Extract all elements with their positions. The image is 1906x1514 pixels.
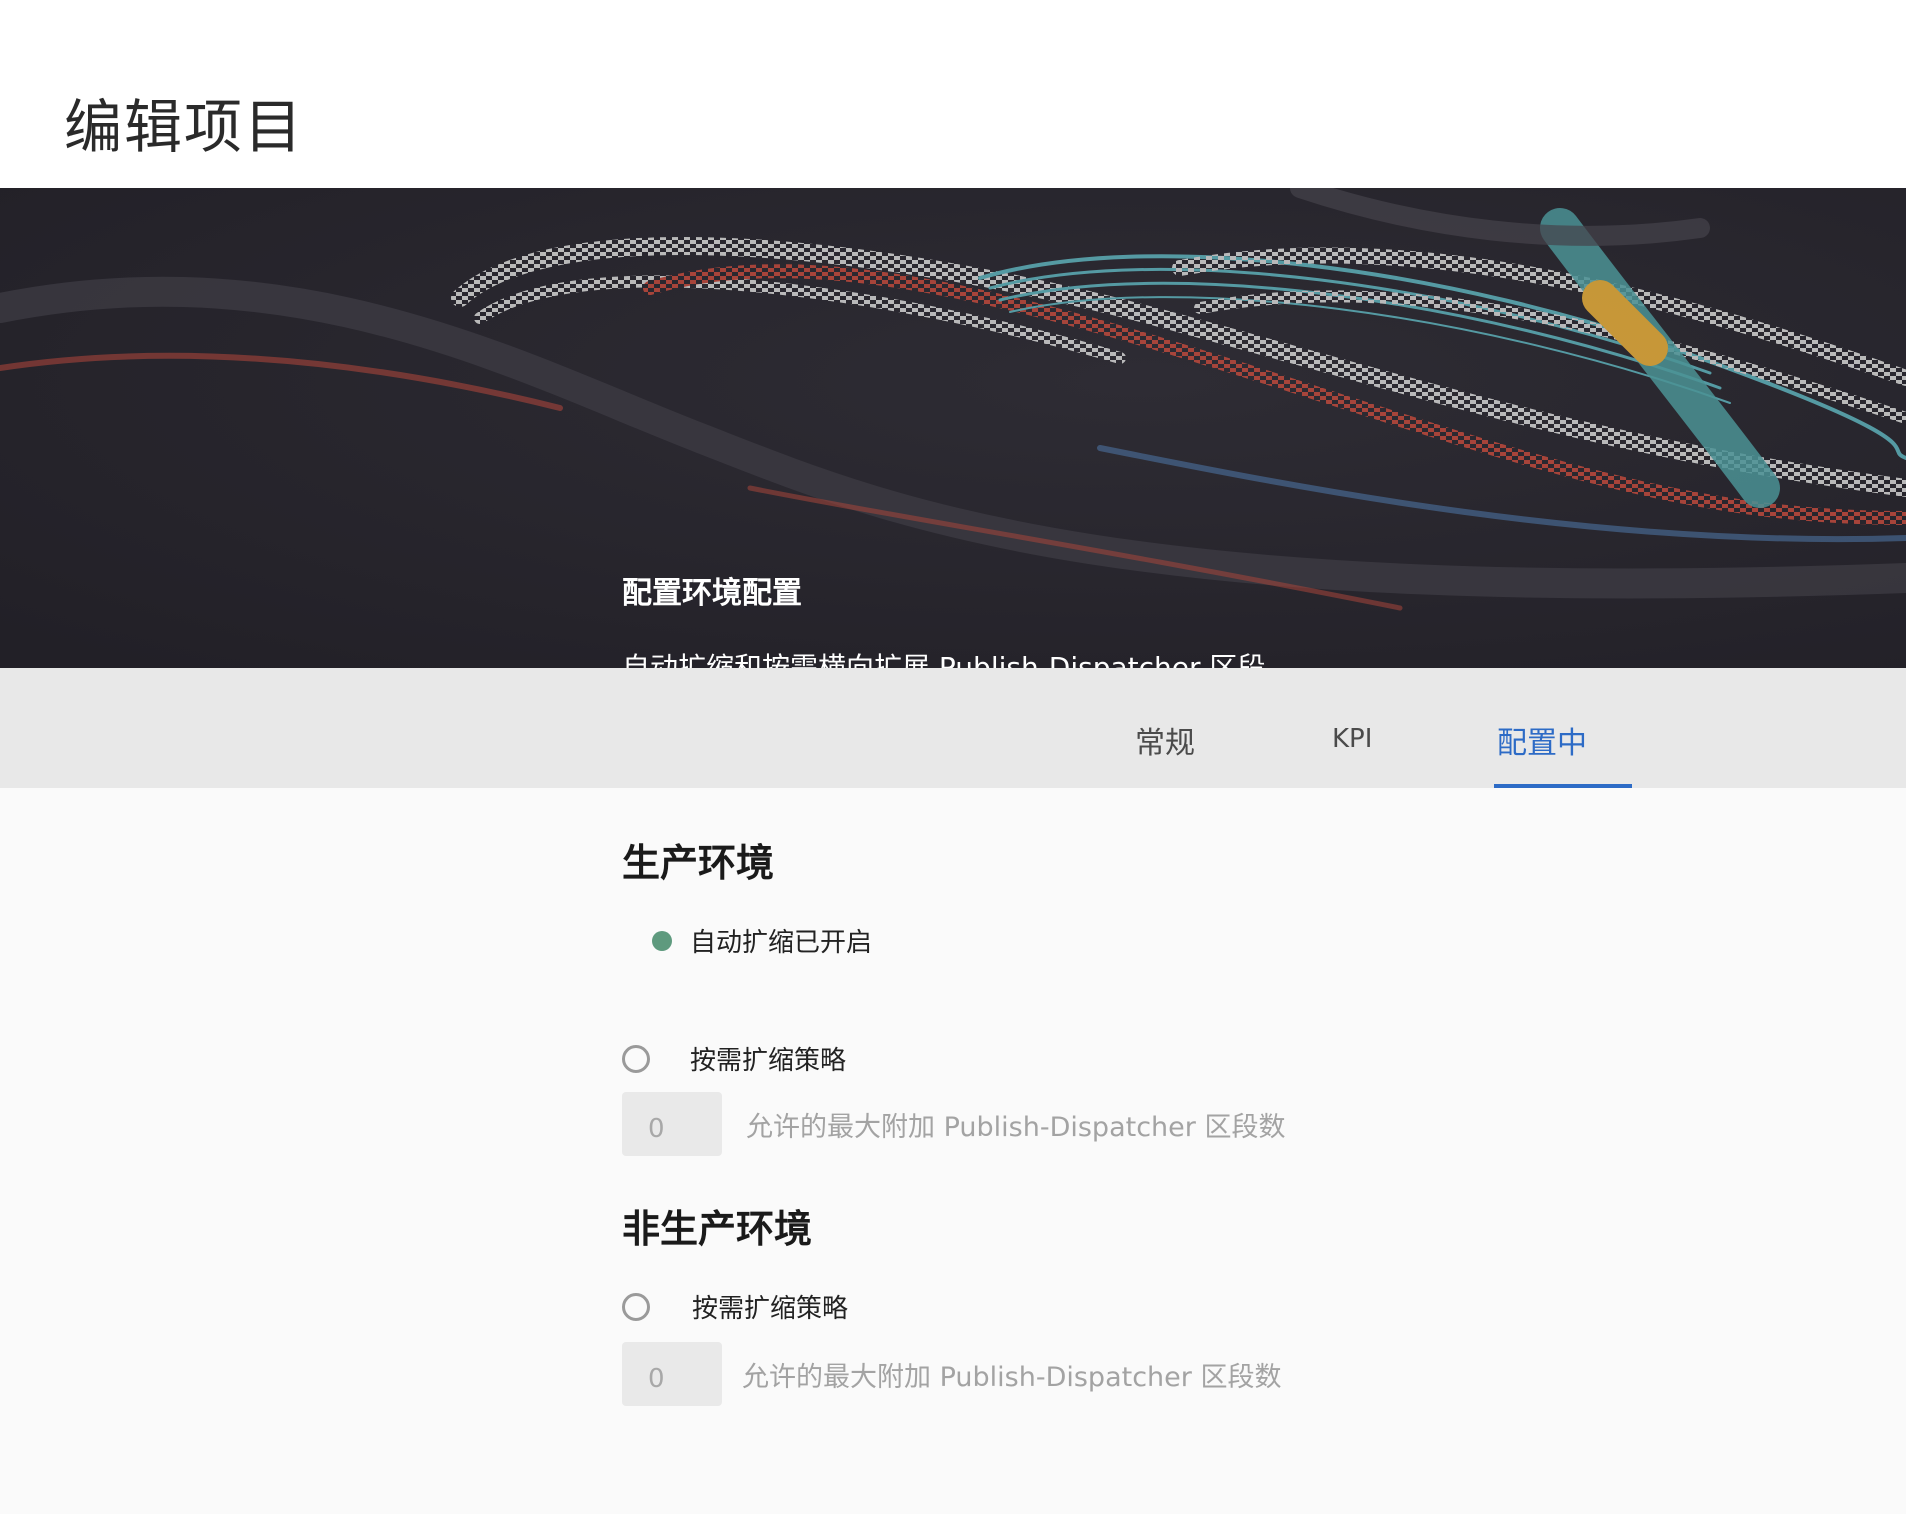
production-on-demand-option[interactable]: 按需扩缩策略 bbox=[622, 1040, 846, 1077]
production-max-segments-row: 允许的最大附加 Publish-Dispatcher 区段数 bbox=[622, 1092, 1285, 1156]
non-production-heading: 非生产环境 bbox=[622, 1207, 813, 1251]
production-max-segments-hint: 允许的最大附加 Publish-Dispatcher 区段数 bbox=[746, 1111, 1286, 1143]
production-on-demand-radio[interactable] bbox=[622, 1044, 650, 1073]
autoscale-status: 自动扩缩已开启 bbox=[652, 922, 872, 959]
non-production-max-segments-row: 允许的最大附加 Publish-Dispatcher 区段数 bbox=[622, 1342, 1281, 1406]
production-on-demand-label: 按需扩缩策略 bbox=[690, 1046, 847, 1076]
hero-title: 配置环境配置 bbox=[622, 576, 802, 611]
hero-banner: 配置环境配置 自动扩缩和按需横向扩展 Publish-Dispatcher 区段 bbox=[0, 188, 1906, 668]
non-production-max-segments-input[interactable] bbox=[622, 1342, 722, 1406]
hero-background-art bbox=[0, 188, 1906, 668]
production-heading: 生产环境 bbox=[622, 841, 775, 885]
non-production-max-segments-hint: 允许的最大附加 Publish-Dispatcher 区段数 bbox=[742, 1361, 1282, 1393]
active-tab-indicator bbox=[1494, 784, 1632, 788]
non-production-on-demand-radio[interactable] bbox=[622, 1292, 650, 1321]
tab-general[interactable]: 常规 bbox=[1135, 718, 1195, 762]
autoscale-status-label: 自动扩缩已开启 bbox=[690, 928, 873, 958]
hero-subtitle: 自动扩缩和按需横向扩展 Publish-Dispatcher 区段 bbox=[622, 651, 1266, 668]
non-production-on-demand-label: 按需扩缩策略 bbox=[692, 1294, 849, 1324]
non-production-on-demand-option[interactable]: 按需扩缩策略 bbox=[622, 1288, 848, 1325]
production-max-segments-input[interactable] bbox=[622, 1092, 722, 1156]
status-dot-icon bbox=[652, 930, 672, 951]
tab-bar: 常规 KPI 配置中 bbox=[0, 668, 1906, 788]
tab-configuring[interactable]: 配置中 bbox=[1497, 718, 1587, 762]
page-header: 编辑项目 bbox=[0, 0, 1906, 188]
page-title: 编辑项目 bbox=[64, 93, 305, 161]
tab-kpi[interactable]: KPI bbox=[1332, 724, 1372, 754]
